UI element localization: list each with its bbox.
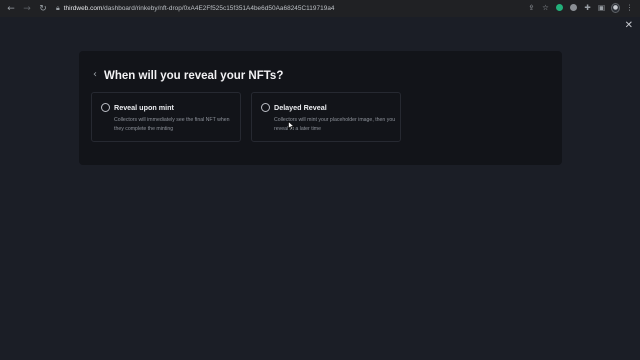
puzzle-icon[interactable]: ✚ (583, 2, 592, 13)
url-path: /dashboard/rinkeby/nft-drop/0xA4E2Ff525c… (102, 5, 335, 12)
share-icon[interactable]: ⇪ (527, 2, 536, 13)
radio-delayed-reveal[interactable] (261, 103, 270, 112)
radio-reveal-upon-mint[interactable] (101, 103, 110, 112)
close-icon[interactable]: ✕ (625, 21, 633, 31)
lock-icon[interactable]: 🔒︎ (56, 4, 60, 13)
address-bar[interactable]: 🔒︎ thirdweb.com/dashboard/rinkeby/nft-dr… (56, 3, 335, 15)
browser-toolbar: ← → ↻ 🔒︎ thirdweb.com/dashboard/rinkeby/… (0, 0, 640, 17)
url-host: thirdweb.com (63, 5, 103, 12)
reload-icon[interactable]: ↻ (36, 2, 50, 16)
star-icon[interactable]: ☆ (541, 2, 550, 13)
toolbar-icons: ⇪ ☆ ✚ ▣ ● ⋮ (527, 2, 634, 13)
option-title: Reveal upon mint (114, 103, 174, 112)
option-title: Delayed Reveal (274, 103, 327, 112)
extension-grey-icon[interactable] (569, 2, 578, 13)
option-delayed-reveal[interactable]: Delayed Reveal Collectors will mint your… (251, 92, 401, 142)
mouse-cursor-icon (288, 121, 295, 130)
modal-title: When will you reveal your NFTs? (104, 70, 284, 82)
menu-icon[interactable]: ⋮ (625, 2, 634, 13)
profile-icon[interactable]: ● (611, 2, 620, 13)
sidebar-icon[interactable]: ▣ (597, 2, 606, 13)
url-text: thirdweb.com/dashboard/rinkeby/nft-drop/… (64, 5, 335, 12)
chevron-left-icon[interactable]: ‹ (93, 70, 97, 80)
forward-arrow-icon[interactable]: → (20, 2, 34, 16)
extension-green-icon[interactable] (555, 2, 564, 13)
option-description: Collectors will immediately see the fina… (114, 117, 230, 132)
option-reveal-upon-mint[interactable]: Reveal upon mint Collectors will immedia… (91, 92, 241, 142)
reveal-modal: ‹ When will you reveal your NFTs? Reveal… (79, 51, 562, 165)
back-arrow-icon[interactable]: ← (4, 2, 18, 16)
